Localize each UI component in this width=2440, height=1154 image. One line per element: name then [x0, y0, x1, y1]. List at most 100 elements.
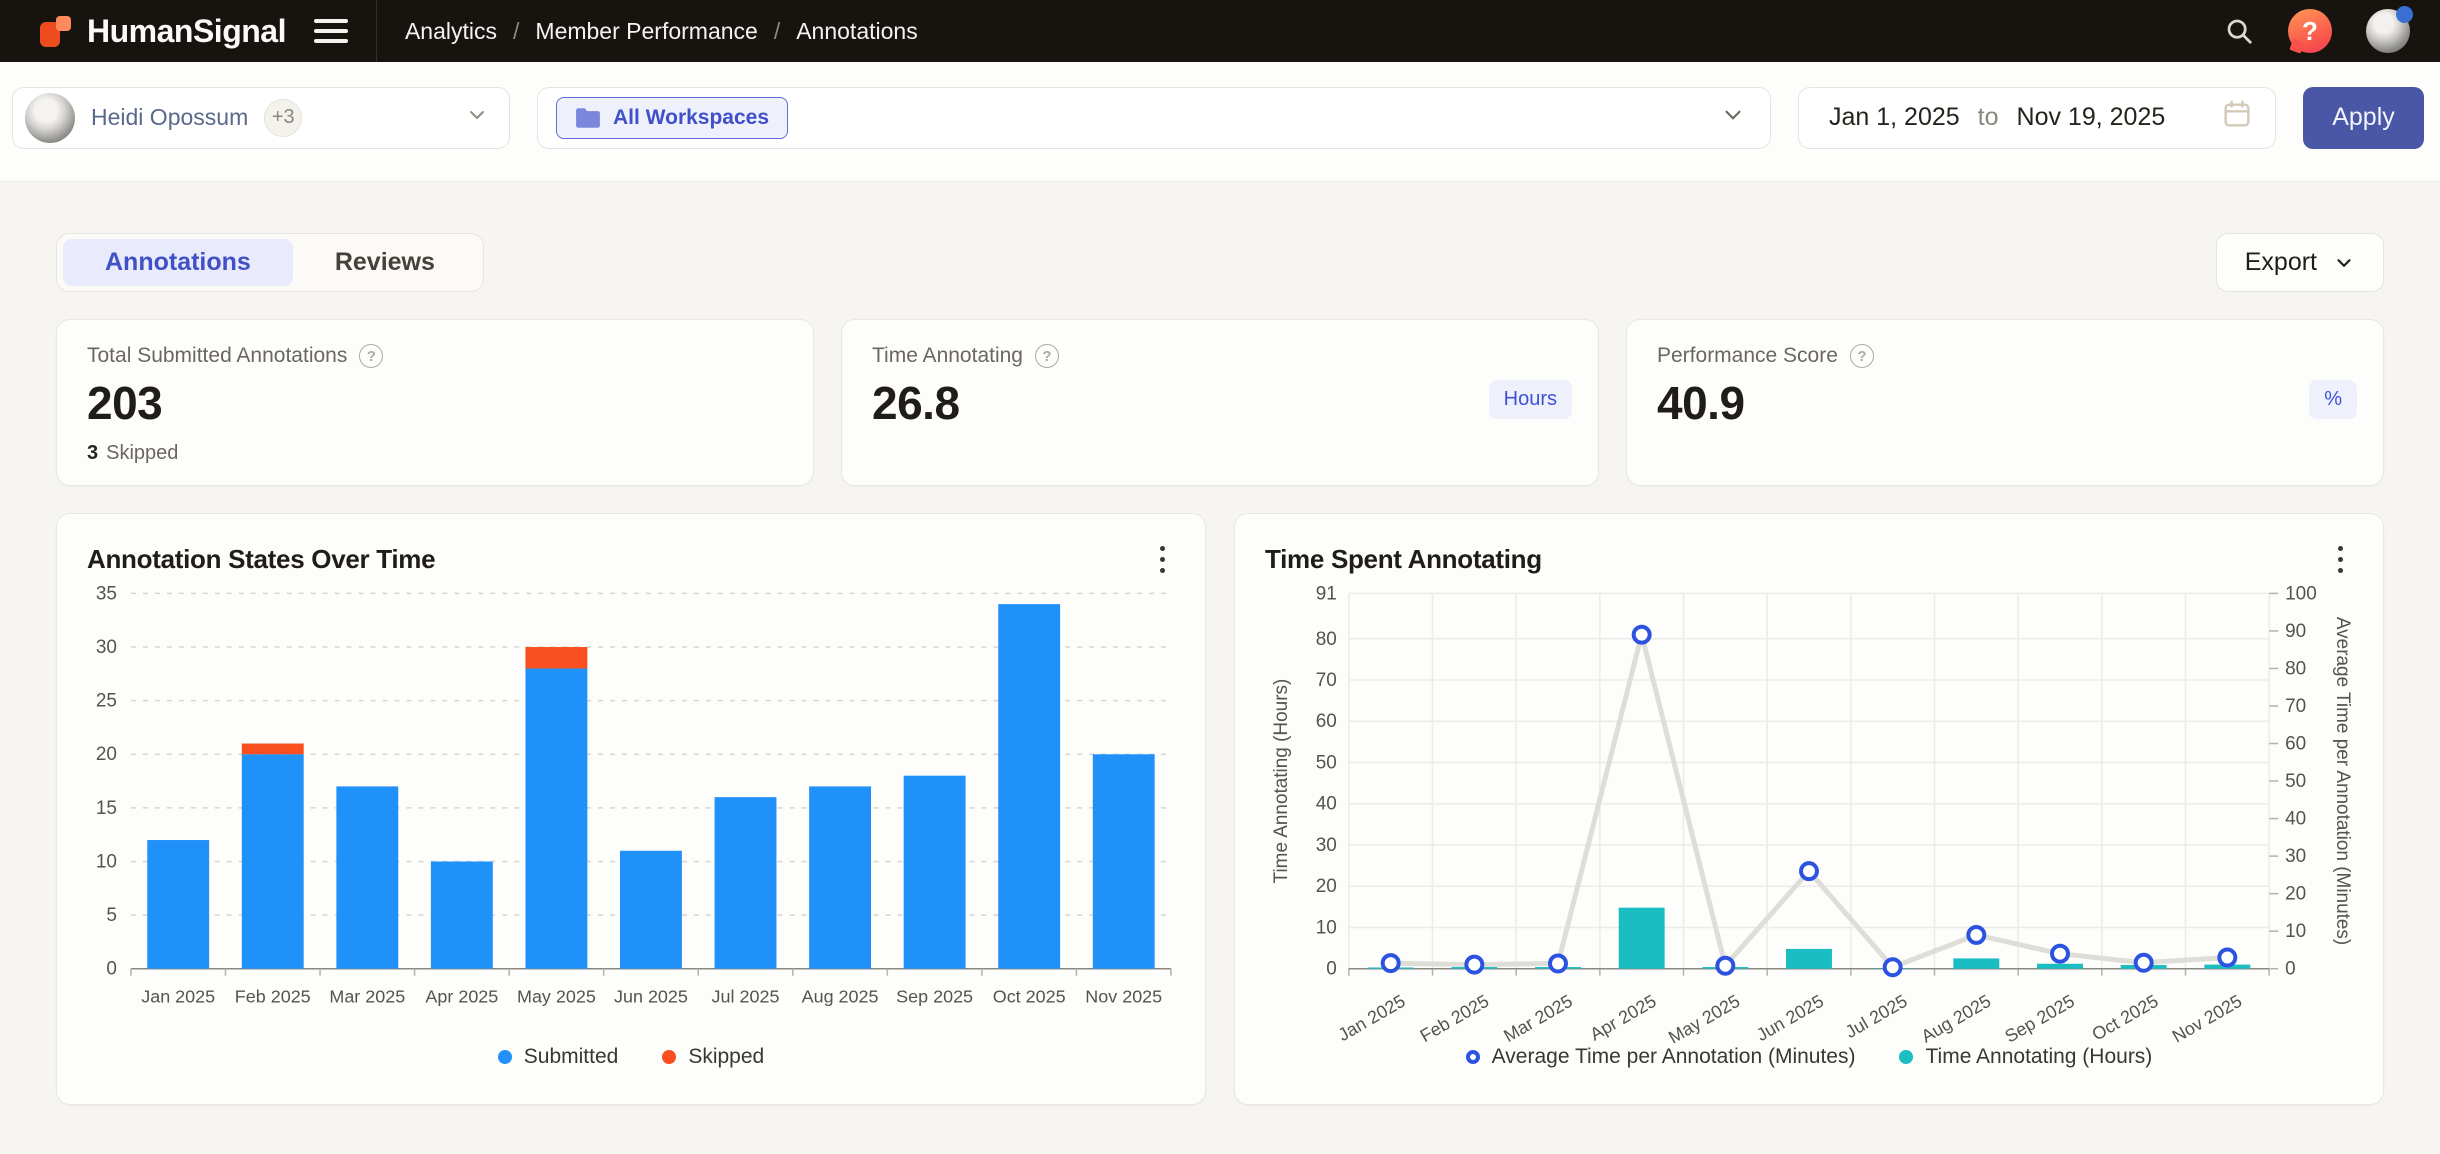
- stats-row: Total Submitted Annotations ? 203 3 Skip…: [56, 319, 2384, 486]
- stat-title: Performance Score: [1657, 344, 1838, 368]
- breadcrumb-annotations[interactable]: Annotations: [796, 18, 917, 45]
- legend-item[interactable]: Submitted: [498, 1045, 619, 1069]
- folder-icon: [575, 107, 601, 129]
- unit-badge-percent: %: [2309, 380, 2357, 419]
- chart-legend: Average Time per Annotation (Minutes) Tim…: [1265, 1045, 2353, 1069]
- svg-text:Jul 2025: Jul 2025: [712, 987, 780, 1007]
- breadcrumb-member-performance[interactable]: Member Performance: [535, 18, 757, 45]
- svg-text:Average Time per Annotation (M: Average Time per Annotation (Minutes): [2332, 617, 2353, 945]
- svg-text:30: 30: [96, 637, 117, 658]
- header-divider: [376, 0, 377, 62]
- svg-text:30: 30: [2285, 846, 2306, 867]
- workspace-select[interactable]: All Workspaces: [537, 87, 1771, 149]
- chart-legend: Submitted Skipped: [87, 1045, 1175, 1069]
- tab-group: Annotations Reviews: [56, 233, 484, 292]
- apply-button[interactable]: Apply: [2303, 87, 2424, 149]
- kebab-menu-icon[interactable]: [1150, 540, 1175, 579]
- user-avatar[interactable]: [2366, 9, 2410, 53]
- svg-text:Feb 2025: Feb 2025: [235, 987, 311, 1007]
- tab-reviews[interactable]: Reviews: [293, 239, 477, 286]
- svg-text:Sep 2025: Sep 2025: [896, 987, 973, 1007]
- svg-text:25: 25: [96, 691, 117, 712]
- stat-title: Total Submitted Annotations: [87, 344, 347, 368]
- skipped-count: 3: [87, 442, 98, 465]
- svg-text:Jul 2025: Jul 2025: [1842, 991, 1911, 1042]
- legend-label: Submitted: [524, 1045, 619, 1069]
- info-icon[interactable]: ?: [1850, 344, 1874, 368]
- unit-badge-hours: Hours: [1489, 380, 1572, 419]
- chevron-down-icon: [2333, 252, 2355, 274]
- stat-value: 40.9: [1657, 376, 2353, 430]
- humansignal-logo-icon: [38, 13, 74, 49]
- svg-text:15: 15: [96, 798, 117, 819]
- svg-text:70: 70: [1316, 670, 1337, 691]
- breadcrumb-separator: /: [513, 18, 519, 45]
- dot-marker-icon: [1899, 1050, 1913, 1064]
- svg-text:Apr 2025: Apr 2025: [425, 987, 498, 1007]
- svg-text:Jun 2025: Jun 2025: [614, 987, 688, 1007]
- breadcrumb: Analytics / Member Performance / Annotat…: [405, 18, 918, 45]
- workspace-chip-label: All Workspaces: [613, 106, 769, 130]
- kebab-menu-icon[interactable]: [2328, 540, 2353, 579]
- help-icon[interactable]: ?: [2288, 9, 2332, 53]
- status-indicator: [2396, 6, 2413, 23]
- calendar-icon: [2221, 98, 2253, 137]
- svg-text:Nov 2025: Nov 2025: [1085, 987, 1162, 1007]
- svg-text:20: 20: [1316, 876, 1337, 897]
- svg-text:May 2025: May 2025: [1665, 991, 1743, 1043]
- info-icon[interactable]: ?: [1035, 344, 1059, 368]
- tab-annotations[interactable]: Annotations: [63, 239, 293, 286]
- breadcrumb-analytics[interactable]: Analytics: [405, 18, 497, 45]
- info-icon[interactable]: ?: [359, 344, 383, 368]
- legend-item[interactable]: Skipped: [662, 1045, 764, 1069]
- member-avatar: [25, 93, 75, 143]
- workspace-chip[interactable]: All Workspaces: [556, 97, 788, 139]
- hamburger-menu-icon[interactable]: [314, 16, 348, 46]
- chevron-down-icon: [1720, 102, 1746, 133]
- humansignal-logo[interactable]: HumanSignal: [38, 13, 286, 50]
- dot-marker-icon: [662, 1050, 676, 1064]
- stat-card-performance-score: Performance Score ? 40.9 %: [1626, 319, 2384, 486]
- svg-text:10: 10: [2285, 921, 2306, 942]
- legend-item[interactable]: Time Annotating (Hours): [1899, 1045, 2152, 1069]
- svg-text:90: 90: [2285, 621, 2306, 642]
- filter-bar: Heidi Opossum +3 All Workspaces Jan 1, 2…: [0, 62, 2440, 182]
- member-select[interactable]: Heidi Opossum +3: [12, 87, 510, 149]
- charts-row: Annotation States Over Time 0 5 10 15 20 25 30…: [56, 513, 2384, 1105]
- svg-text:60: 60: [2285, 734, 2306, 755]
- svg-text:10: 10: [1316, 917, 1337, 938]
- chart-title: Annotation States Over Time: [87, 544, 435, 575]
- svg-text:5: 5: [106, 905, 117, 926]
- time-spent-chart: 0102030405060708091010203040506070809010…: [1265, 583, 2353, 1043]
- svg-text:20: 20: [2285, 884, 2306, 905]
- export-button[interactable]: Export: [2216, 233, 2384, 292]
- svg-text:Oct 2025: Oct 2025: [993, 987, 1066, 1007]
- annotation-states-chart-card: Annotation States Over Time 051015202530…: [56, 513, 1206, 1105]
- main-content: Annotations Reviews Export Total Submitt…: [0, 233, 2440, 1105]
- date-range-picker[interactable]: Jan 1, 2025 to Nov 19, 2025: [1798, 87, 2276, 149]
- svg-text:20: 20: [96, 744, 117, 765]
- svg-text:91: 91: [1316, 583, 1337, 604]
- stat-value: 203: [87, 376, 783, 430]
- svg-text:Jun 2025: Jun 2025: [1753, 991, 1827, 1043]
- export-label: Export: [2245, 248, 2317, 277]
- search-icon[interactable]: [2224, 16, 2254, 46]
- chevron-down-icon: [465, 103, 489, 132]
- svg-text:0: 0: [2285, 959, 2296, 980]
- svg-text:10: 10: [96, 851, 117, 872]
- legend-label: Average Time per Annotation (Minutes): [1492, 1045, 1856, 1069]
- svg-text:Aug 2025: Aug 2025: [802, 987, 879, 1007]
- member-name: Heidi Opossum: [91, 104, 248, 131]
- stat-title: Time Annotating: [872, 344, 1023, 368]
- svg-text:Jan 2025: Jan 2025: [1335, 991, 1409, 1043]
- svg-text:Jan 2025: Jan 2025: [141, 987, 215, 1007]
- legend-item[interactable]: Average Time per Annotation (Minutes): [1466, 1045, 1856, 1069]
- stat-value: 26.8: [872, 376, 1568, 430]
- svg-text:50: 50: [2285, 771, 2306, 792]
- svg-text:Feb 2025: Feb 2025: [1417, 991, 1493, 1043]
- svg-text:Apr 2025: Apr 2025: [1587, 991, 1660, 1043]
- svg-text:50: 50: [1316, 752, 1337, 773]
- date-range-start: Jan 1, 2025: [1829, 103, 1960, 132]
- date-range-end: Nov 19, 2025: [2017, 103, 2166, 132]
- svg-text:40: 40: [1316, 794, 1337, 815]
